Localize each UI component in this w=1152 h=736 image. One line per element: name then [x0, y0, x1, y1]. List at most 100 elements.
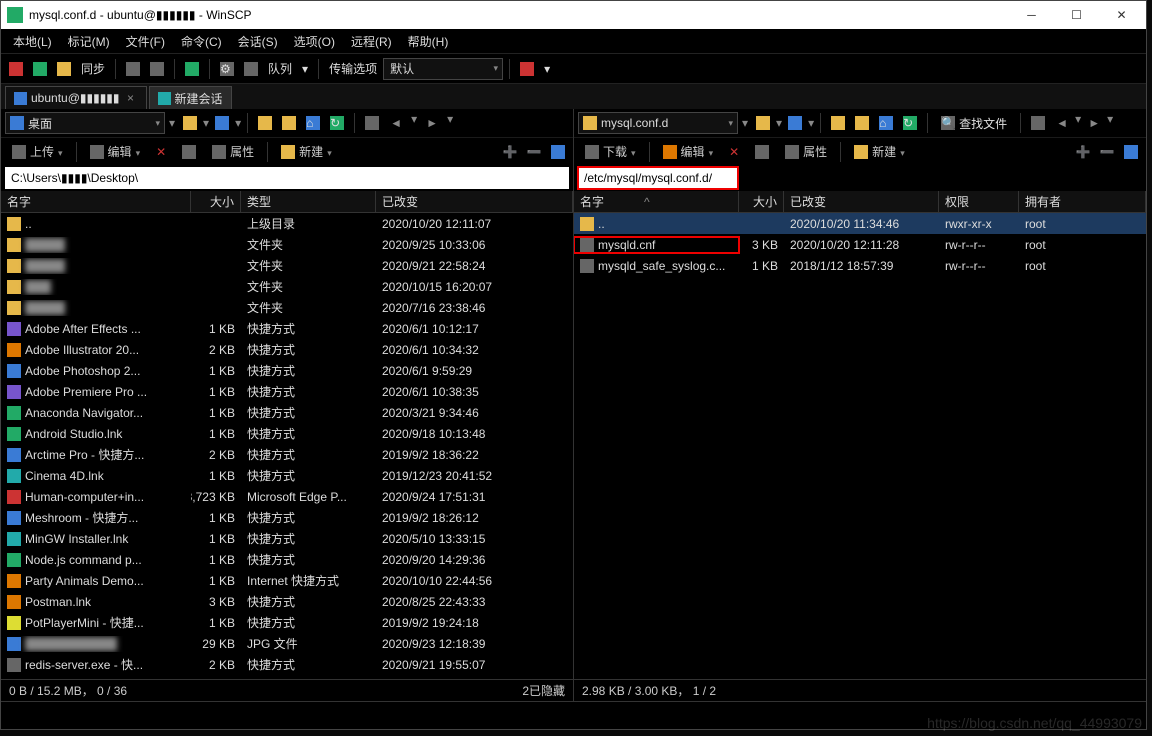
local-home-icon[interactable]: ⌂ [302, 112, 324, 134]
tool-refresh-icon[interactable] [146, 58, 168, 80]
col-modified[interactable]: 已改变 [376, 191, 573, 212]
remote-edit-button[interactable]: 编辑 [656, 141, 721, 163]
tool-queue-toggle-icon[interactable] [181, 58, 203, 80]
table-row[interactable]: Party Animals Demo...1 KBInternet 快捷方式20… [1, 570, 573, 591]
remote-delete-button[interactable]: ✕ [722, 141, 746, 163]
table-row[interactable]: Arctime Pro - 快捷方...2 KB快捷方式2019/9/2 18:… [1, 444, 573, 465]
menu-item[interactable]: 文件(F) [120, 31, 171, 52]
menu-item[interactable]: 命令(C) [175, 31, 228, 52]
table-row[interactable]: Meshroom - 快捷方...1 KB快捷方式2019/9/2 18:26:… [1, 507, 573, 528]
download-button[interactable]: 下载 [578, 141, 643, 163]
local-rename-button[interactable] [175, 141, 203, 163]
nav-right-icon[interactable]: ► [421, 112, 443, 134]
local-new-button[interactable]: 新建 [274, 141, 339, 163]
table-row[interactable]: ▮▮▮▮▮▮文件夹2020/7/16 23:38:46 [1, 297, 573, 318]
remote-back-icon[interactable] [827, 112, 849, 134]
maximize-button[interactable]: ☐ [1054, 1, 1099, 29]
menu-item[interactable]: 标记(M) [62, 31, 116, 52]
table-row[interactable]: MinGW Installer.lnk1 KB快捷方式2020/5/10 13:… [1, 528, 573, 549]
local-props-button[interactable]: 属性 [205, 141, 261, 163]
table-row[interactable]: Adobe Premiere Pro ...1 KB快捷方式2020/6/1 1… [1, 381, 573, 402]
local-path[interactable]: C:\Users\▮▮▮▮\Desktop\ [5, 167, 569, 189]
table-row[interactable]: ▮▮▮▮文件夹2020/10/15 16:20:07 [1, 276, 573, 297]
local-location-combo[interactable]: 桌面 [5, 112, 165, 134]
nav-left-icon[interactable]: ◄ [385, 112, 407, 134]
table-row[interactable]: ▮▮▮▮▮▮文件夹2020/9/21 22:58:24 [1, 255, 573, 276]
local-fwd-icon[interactable] [278, 112, 300, 134]
menu-item[interactable]: 选项(O) [288, 31, 341, 52]
table-row[interactable]: Node.js command p...1 KB快捷方式2020/9/20 14… [1, 549, 573, 570]
local-delete-button[interactable]: ✕ [149, 141, 173, 163]
menu-item[interactable]: 本地(L) [7, 31, 58, 52]
close-button[interactable]: ✕ [1099, 1, 1144, 29]
nav-left-icon[interactable]: ◄ [1051, 112, 1073, 134]
table-row[interactable]: PotPlayerMini - 快捷...1 KB快捷方式2019/9/2 19… [1, 612, 573, 633]
titlebar[interactable]: mysql.conf.d - ubuntu@▮▮▮▮▮▮ - WinSCP ─ … [1, 1, 1146, 29]
menu-item[interactable]: 帮助(H) [402, 31, 455, 52]
col-size[interactable]: 大小 [739, 191, 784, 212]
table-row[interactable]: mysqld_safe_syslog.c...1 KB2018/1/12 18:… [574, 255, 1146, 276]
local-open-icon[interactable] [179, 112, 201, 134]
remote-fwd-icon[interactable] [851, 112, 873, 134]
tool-folder-icon[interactable] [53, 58, 75, 80]
local-minus-icon[interactable]: ➖ [523, 141, 545, 163]
remote-plus-icon[interactable]: ➕ [1072, 141, 1094, 163]
col-size[interactable]: 大小 [191, 191, 241, 212]
queue-label[interactable]: 队列 [264, 60, 296, 77]
table-row[interactable]: redis-server.exe - 快...2 KB快捷方式2020/9/21… [1, 654, 573, 675]
tool-disconnect-icon[interactable] [516, 58, 538, 80]
tab-new-session[interactable]: 新建会话 [149, 86, 232, 109]
remote-new-button[interactable]: 新建 [847, 141, 912, 163]
local-edit-button[interactable]: 编辑 [83, 141, 148, 163]
remote-filter-icon[interactable] [784, 112, 806, 134]
local-header[interactable]: 名字 大小 类型 已改变 [1, 191, 573, 213]
tool-gear-icon[interactable]: ⚙ [216, 58, 238, 80]
table-row[interactable]: ..2020/10/20 11:34:46rwxr-xr-xroot [574, 213, 1146, 234]
remote-tree-icon[interactable] [1027, 112, 1049, 134]
col-perm[interactable]: 权限 [939, 191, 1019, 212]
col-owner[interactable]: 拥有者 [1019, 191, 1146, 212]
tab-close-icon[interactable]: × [124, 91, 138, 105]
col-name[interactable]: 名字 [1, 191, 191, 212]
table-row[interactable]: Adobe After Effects ...1 KB快捷方式2020/6/1 … [1, 318, 573, 339]
tool-stop-icon[interactable] [240, 58, 262, 80]
menu-item[interactable]: 会话(S) [232, 31, 284, 52]
local-tree-icon[interactable] [361, 112, 383, 134]
table-row[interactable]: ..上级目录2020/10/20 12:11:07 [1, 213, 573, 234]
table-row[interactable]: Anaconda Navigator...1 KB快捷方式2020/3/21 9… [1, 402, 573, 423]
table-row[interactable]: mysqld.cnf3 KB2020/10/20 12:11:28rw-r--r… [574, 234, 1146, 255]
local-plus-icon[interactable]: ➕ [499, 141, 521, 163]
remote-path[interactable]: /etc/mysql/mysql.conf.d/ [578, 167, 738, 189]
transfer-combo[interactable]: 默认 [383, 58, 503, 80]
remote-home-icon[interactable]: ⌂ [875, 112, 897, 134]
local-back-icon[interactable] [254, 112, 276, 134]
tool-red-icon[interactable] [5, 58, 27, 80]
tool-compare-icon[interactable] [122, 58, 144, 80]
table-row[interactable]: Cinema 4D.lnk1 KB快捷方式2019/12/23 20:41:52 [1, 465, 573, 486]
remote-check-icon[interactable] [1120, 141, 1142, 163]
remote-header[interactable]: 名字 ^ 大小 已改变 权限 拥有者 [574, 191, 1146, 213]
queue-dropdown[interactable]: ▾ [298, 62, 312, 76]
local-check-icon[interactable] [547, 141, 569, 163]
remote-open-icon[interactable] [752, 112, 774, 134]
table-row[interactable]: Adobe Photoshop 2...1 KB快捷方式2020/6/1 9:5… [1, 360, 573, 381]
minimize-button[interactable]: ─ [1009, 1, 1054, 29]
tool-disconnect-dd[interactable]: ▾ [540, 62, 554, 76]
table-row[interactable]: Android Studio.lnk1 KB快捷方式2020/9/18 10:1… [1, 423, 573, 444]
local-list[interactable]: ..上级目录2020/10/20 12:11:07 ▮▮▮▮▮▮文件夹2020/9… [1, 213, 573, 679]
nav-right-icon[interactable]: ► [1083, 112, 1105, 134]
remote-minus-icon[interactable]: ➖ [1096, 141, 1118, 163]
upload-button[interactable]: 上传 [5, 141, 70, 163]
tool-green-icon[interactable] [29, 58, 51, 80]
col-type[interactable]: 类型 [241, 191, 376, 212]
col-name[interactable]: 名字 ^ [574, 191, 739, 212]
col-modified[interactable]: 已改变 [784, 191, 939, 212]
table-row[interactable]: Human-computer+in...13,723 KBMicrosoft E… [1, 486, 573, 507]
local-filter-icon[interactable] [211, 112, 233, 134]
remote-reload-icon[interactable]: ↻ [899, 112, 921, 134]
remote-rename-button[interactable] [748, 141, 776, 163]
find-button[interactable]: 🔍查找文件 [934, 112, 1014, 134]
table-row[interactable]: Postman.lnk3 KB快捷方式2020/8/25 22:43:33 [1, 591, 573, 612]
tab-session[interactable]: ubuntu@▮▮▮▮▮▮ × [5, 86, 147, 109]
table-row[interactable]: ▮▮▮▮▮▮▮▮▮▮▮▮▮▮29 KBJPG 文件2020/9/23 12:18… [1, 633, 573, 654]
